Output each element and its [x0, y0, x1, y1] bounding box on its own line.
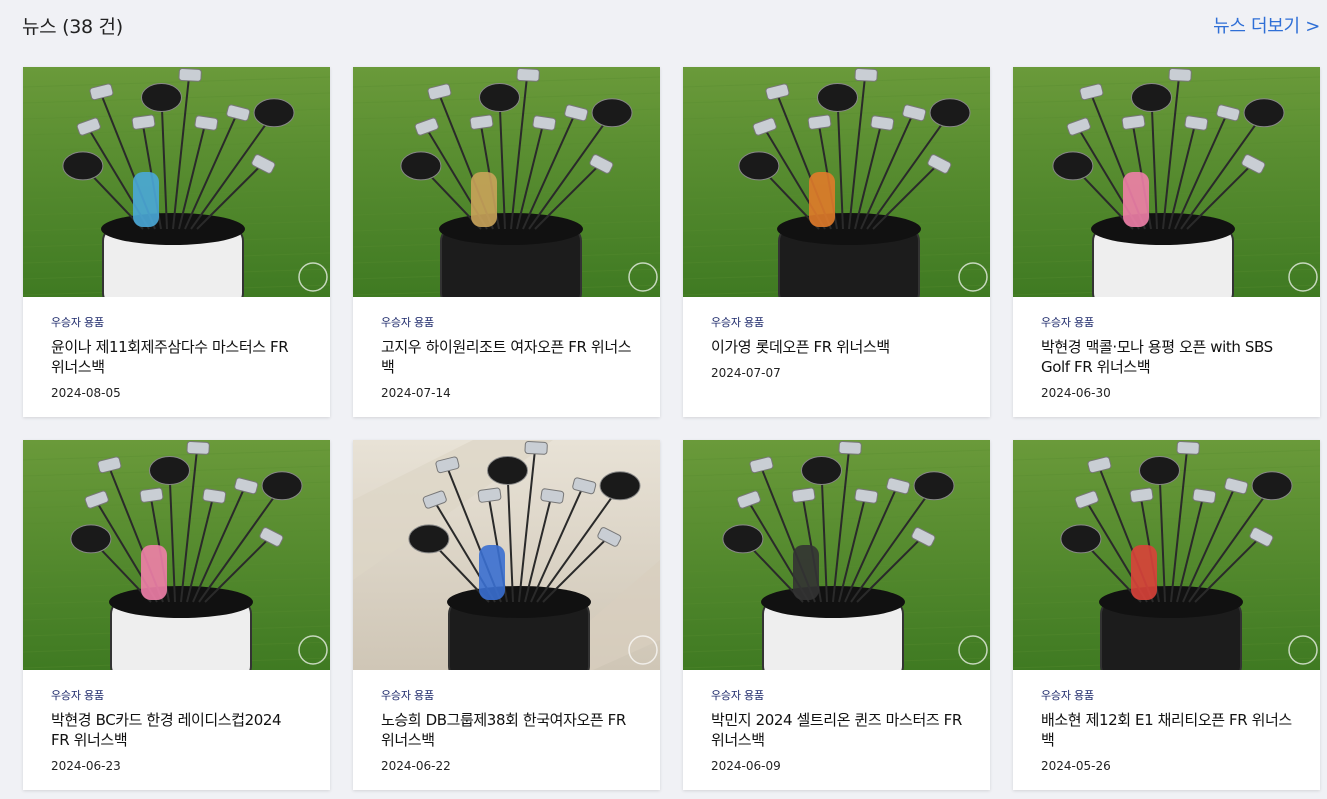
card-category: 우승자 용품 — [711, 689, 764, 702]
news-card[interactable]: 우승자 용품 박현경 BC카드 한경 레이디스컵2024 FR 위너스백 202… — [23, 440, 330, 790]
card-title: 박현경 맥콜·모나 용평 오픈 with SBS Golf FR 위너스백 — [1041, 338, 1273, 376]
card-category: 우승자 용품 — [711, 316, 764, 329]
card-date: 2024-06-22 — [381, 759, 451, 773]
card-date: 2024-08-05 — [51, 386, 121, 400]
card-thumbnail — [353, 67, 660, 297]
card-title: 배소현 제12회 E1 채리티오픈 FR 위너스백 — [1041, 711, 1292, 749]
section-header: 뉴스 (38 건) 뉴스 더보기 > — [22, 10, 1320, 40]
card-title: 박현경 BC카드 한경 레이디스컵2024 FR 위너스백 — [51, 711, 282, 749]
card-title: 윤이나 제11회제주삼다수 마스터스 FR 위너스백 — [51, 338, 289, 376]
card-title: 박민지 2024 셀트리온 퀸즈 마스터즈 FR 위너스백 — [711, 711, 962, 749]
card-thumbnail — [353, 440, 660, 670]
news-card[interactable]: 우승자 용품 박민지 2024 셀트리온 퀸즈 마스터즈 FR 위너스백 202… — [683, 440, 990, 790]
section-title: 뉴스 (38 건) — [22, 15, 123, 38]
news-card[interactable]: 우승자 용품 윤이나 제11회제주삼다수 마스터스 FR 위너스백 2024-0… — [23, 67, 330, 417]
card-date: 2024-07-07 — [711, 366, 781, 380]
card-date: 2024-06-23 — [51, 759, 121, 773]
news-card[interactable]: 우승자 용품 노승희 DB그룹제38회 한국여자오픈 FR 위너스백 2024-… — [353, 440, 660, 790]
card-category: 우승자 용품 — [1041, 689, 1094, 702]
news-card[interactable]: 우승자 용품 이가영 롯데오픈 FR 위너스백 2024-07-07 — [683, 67, 990, 417]
news-card[interactable]: 우승자 용품 고지우 하이원리조트 여자오픈 FR 위너스백 2024-07-1… — [353, 67, 660, 417]
card-date: 2024-07-14 — [381, 386, 451, 400]
card-date: 2024-06-30 — [1041, 386, 1111, 400]
card-category: 우승자 용품 — [51, 316, 104, 329]
card-thumbnail — [1013, 67, 1320, 297]
card-thumbnail — [683, 67, 990, 297]
card-title: 고지우 하이원리조트 여자오픈 FR 위너스백 — [381, 338, 632, 376]
news-card[interactable]: 우승자 용품 배소현 제12회 E1 채리티오픈 FR 위너스백 2024-05… — [1013, 440, 1320, 790]
news-grid: 우승자 용품 윤이나 제11회제주삼다수 마스터스 FR 위너스백 2024-0… — [23, 67, 1320, 790]
card-date: 2024-06-09 — [711, 759, 781, 773]
card-category: 우승자 용품 — [51, 689, 104, 702]
card-title: 이가영 롯데오픈 FR 위너스백 — [711, 338, 890, 356]
more-news-link[interactable]: 뉴스 더보기 > — [1213, 12, 1320, 38]
card-thumbnail — [683, 440, 990, 670]
card-date: 2024-05-26 — [1041, 759, 1111, 773]
card-category: 우승자 용품 — [1041, 316, 1094, 329]
card-title: 노승희 DB그룹제38회 한국여자오픈 FR 위너스백 — [381, 711, 626, 749]
card-category: 우승자 용품 — [381, 316, 434, 329]
card-category: 우승자 용품 — [381, 689, 434, 702]
card-thumbnail — [23, 440, 330, 670]
card-thumbnail — [1013, 440, 1320, 670]
news-card[interactable]: 우승자 용품 박현경 맥콜·모나 용평 오픈 with SBS Golf FR … — [1013, 67, 1320, 417]
card-thumbnail — [23, 67, 330, 297]
